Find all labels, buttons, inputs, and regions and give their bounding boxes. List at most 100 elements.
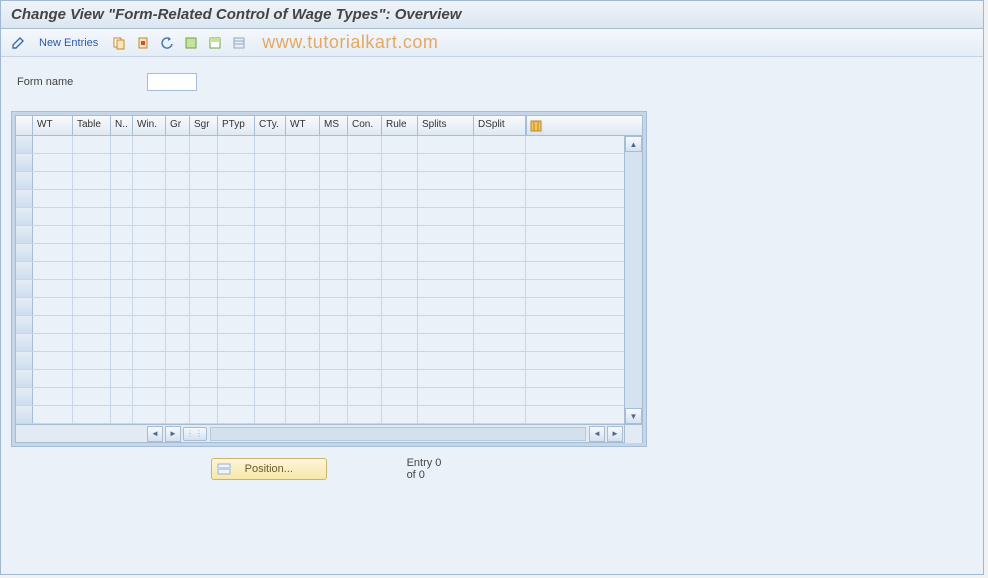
undo-button[interactable] xyxy=(156,33,178,53)
row-selector[interactable] xyxy=(16,190,33,207)
grid-cell[interactable] xyxy=(190,154,218,171)
grid-cell[interactable] xyxy=(418,154,474,171)
grid-cell[interactable] xyxy=(111,208,133,225)
position-button[interactable]: Position... xyxy=(211,458,327,480)
grid-cell[interactable] xyxy=(218,136,255,153)
grid-cell[interactable] xyxy=(418,226,474,243)
grid-cell[interactable] xyxy=(348,316,382,333)
grid-cell[interactable] xyxy=(133,334,166,351)
grid-cell[interactable] xyxy=(320,226,348,243)
grid-cell[interactable] xyxy=(111,262,133,279)
row-selector[interactable] xyxy=(16,370,33,387)
row-selector[interactable] xyxy=(16,334,33,351)
col-win[interactable]: Win. xyxy=(133,116,166,135)
grid-cell[interactable] xyxy=(218,388,255,405)
grid-cell[interactable] xyxy=(320,208,348,225)
grid-cell[interactable] xyxy=(33,280,73,297)
grid-cell[interactable] xyxy=(418,172,474,189)
grid-cell[interactable] xyxy=(286,406,320,423)
grid-cell[interactable] xyxy=(382,136,418,153)
grid-cell[interactable] xyxy=(418,244,474,261)
grid-cell[interactable] xyxy=(474,298,526,315)
grid-cell[interactable] xyxy=(133,262,166,279)
grid-cell[interactable] xyxy=(474,172,526,189)
grid-cell[interactable] xyxy=(320,370,348,387)
grid-cell[interactable] xyxy=(73,370,111,387)
grid-cell[interactable] xyxy=(33,316,73,333)
grid-cell[interactable] xyxy=(348,370,382,387)
grid-cell[interactable] xyxy=(111,136,133,153)
select-all-rows[interactable] xyxy=(16,116,33,135)
grid-cell[interactable] xyxy=(474,226,526,243)
grid-cell[interactable] xyxy=(166,370,190,387)
copy-as-button[interactable] xyxy=(108,33,130,53)
grid-cell[interactable] xyxy=(348,262,382,279)
grid-cell[interactable] xyxy=(166,406,190,423)
grid-cell[interactable] xyxy=(166,316,190,333)
grid-cell[interactable] xyxy=(218,154,255,171)
grid-cell[interactable] xyxy=(382,226,418,243)
grid-cell[interactable] xyxy=(286,244,320,261)
grid-cell[interactable] xyxy=(133,190,166,207)
row-selector[interactable] xyxy=(16,388,33,405)
grid-cell[interactable] xyxy=(255,352,286,369)
grid-cell[interactable] xyxy=(133,406,166,423)
grid-cell[interactable] xyxy=(474,406,526,423)
grid-cell[interactable] xyxy=(190,334,218,351)
col-rule[interactable]: Rule xyxy=(382,116,418,135)
grid-cell[interactable] xyxy=(33,262,73,279)
grid-cell[interactable] xyxy=(133,388,166,405)
grid-cell[interactable] xyxy=(166,136,190,153)
grid-cell[interactable] xyxy=(320,280,348,297)
grid-cell[interactable] xyxy=(133,136,166,153)
grid-cell[interactable] xyxy=(255,136,286,153)
grid-cell[interactable] xyxy=(474,388,526,405)
grid-cell[interactable] xyxy=(286,208,320,225)
grid-cell[interactable] xyxy=(418,190,474,207)
grid-cell[interactable] xyxy=(133,244,166,261)
row-selector[interactable] xyxy=(16,352,33,369)
grid-cell[interactable] xyxy=(218,298,255,315)
grid-cell[interactable] xyxy=(348,190,382,207)
grid-cell[interactable] xyxy=(474,334,526,351)
toggle-edit-button[interactable] xyxy=(7,33,29,53)
grid-cell[interactable] xyxy=(474,244,526,261)
grid-cell[interactable] xyxy=(320,316,348,333)
grid-cell[interactable] xyxy=(166,280,190,297)
grid-cell[interactable] xyxy=(474,208,526,225)
grid-cell[interactable] xyxy=(33,154,73,171)
row-selector[interactable] xyxy=(16,244,33,261)
grid-cell[interactable] xyxy=(418,262,474,279)
grid-cell[interactable] xyxy=(33,190,73,207)
grid-cell[interactable] xyxy=(190,316,218,333)
grid-cell[interactable] xyxy=(73,154,111,171)
grid-cell[interactable] xyxy=(190,244,218,261)
grid-cell[interactable] xyxy=(348,280,382,297)
grid-cell[interactable] xyxy=(73,298,111,315)
col-splits[interactable]: Splits xyxy=(418,116,474,135)
grid-cell[interactable] xyxy=(382,208,418,225)
grid-cell[interactable] xyxy=(133,208,166,225)
configure-columns-button[interactable] xyxy=(526,116,544,135)
grid-cell[interactable] xyxy=(218,208,255,225)
grid-cell[interactable] xyxy=(320,154,348,171)
grid-cell[interactable] xyxy=(73,136,111,153)
grid-cell[interactable] xyxy=(190,280,218,297)
grid-cell[interactable] xyxy=(190,136,218,153)
grid-cell[interactable] xyxy=(133,298,166,315)
grid-cell[interactable] xyxy=(111,352,133,369)
grid-cell[interactable] xyxy=(418,316,474,333)
grid-cell[interactable] xyxy=(190,226,218,243)
grid-cell[interactable] xyxy=(166,154,190,171)
grid-cell[interactable] xyxy=(73,244,111,261)
scroll-right-button[interactable]: ► xyxy=(165,426,181,442)
grid-cell[interactable] xyxy=(133,154,166,171)
grid-cell[interactable] xyxy=(33,370,73,387)
grid-cell[interactable] xyxy=(111,316,133,333)
grid-cell[interactable] xyxy=(111,190,133,207)
grid-cell[interactable] xyxy=(255,208,286,225)
grid-cell[interactable] xyxy=(382,334,418,351)
grid-cell[interactable] xyxy=(382,244,418,261)
grid-cell[interactable] xyxy=(218,352,255,369)
grid-cell[interactable] xyxy=(418,388,474,405)
